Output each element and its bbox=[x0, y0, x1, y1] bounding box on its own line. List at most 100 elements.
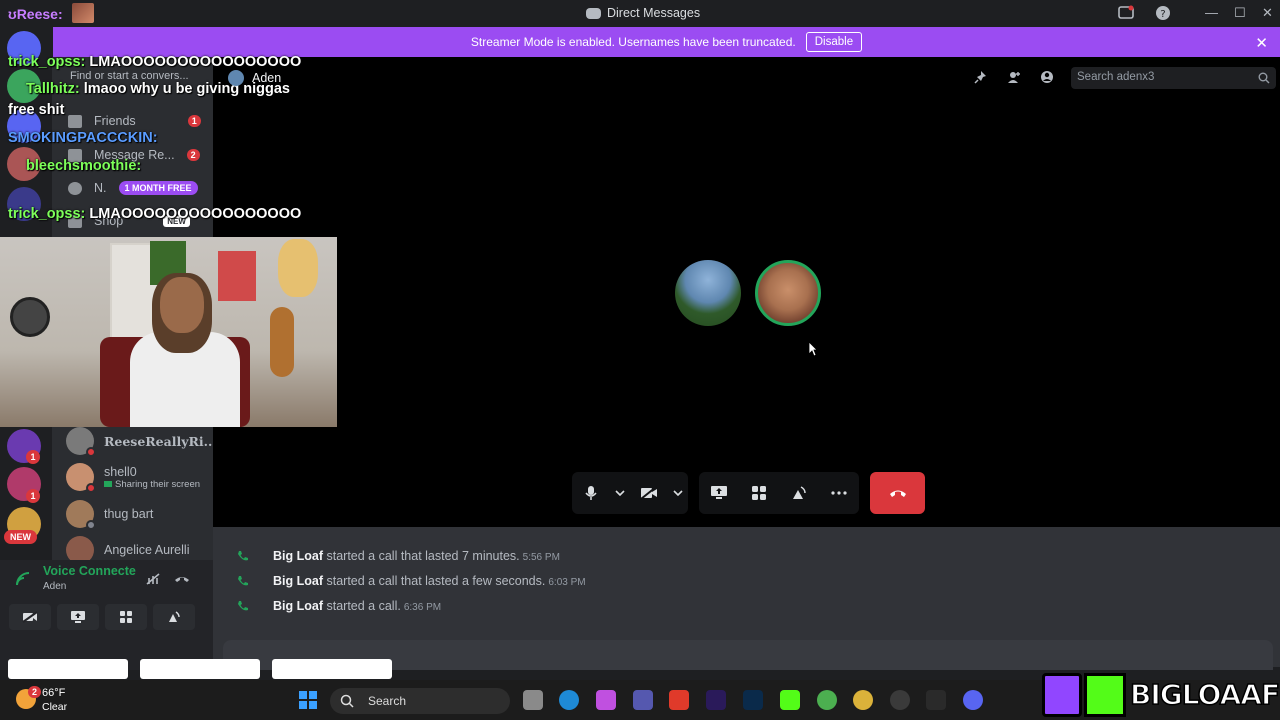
overlay-username: ʊReese: bbox=[8, 6, 63, 22]
add-friend-icon[interactable] bbox=[1007, 70, 1021, 84]
mic-options-button[interactable] bbox=[614, 479, 626, 507]
epic-games-icon[interactable] bbox=[926, 690, 946, 710]
soundboard-button[interactable] bbox=[153, 604, 195, 630]
copilot-icon[interactable] bbox=[596, 690, 616, 710]
window-thumbnail[interactable] bbox=[8, 659, 128, 679]
call-participant-avatar-speaking[interactable] bbox=[755, 260, 821, 326]
camera-options-button[interactable] bbox=[672, 479, 684, 507]
end-call-button[interactable] bbox=[870, 472, 925, 514]
user-profile-icon[interactable] bbox=[1040, 70, 1054, 84]
banner-close-icon[interactable]: ✕ bbox=[1255, 34, 1268, 52]
call-message: Big Loaf started a call. 6:36 PM bbox=[273, 599, 441, 613]
soundboard-icon bbox=[793, 486, 806, 499]
inbox-icon[interactable] bbox=[1118, 5, 1134, 21]
discord-icon bbox=[586, 7, 601, 19]
search-input[interactable]: Search adenx3 bbox=[1071, 67, 1276, 89]
window-thumbnail[interactable] bbox=[272, 659, 392, 679]
activities-button[interactable] bbox=[105, 604, 147, 630]
voice-connected-panel: Voice Connecte Aden bbox=[0, 560, 213, 670]
message-author[interactable]: Big Loaf bbox=[273, 599, 323, 613]
chat-user: Tallhitz: bbox=[26, 81, 80, 97]
dm-item[interactable]: shell0 Sharing their screen bbox=[66, 461, 200, 493]
search-icon bbox=[1258, 72, 1270, 84]
activities-button[interactable] bbox=[745, 479, 773, 507]
chat-user: trick_opss: bbox=[8, 54, 86, 70]
message-author[interactable]: Big Loaf bbox=[273, 574, 323, 588]
voice-channel: Aden bbox=[43, 581, 67, 592]
call-message: Big Loaf started a call that lasted a fe… bbox=[273, 574, 586, 588]
help-icon[interactable]: ? bbox=[1155, 5, 1171, 21]
sidebar-item-label: N. bbox=[94, 181, 107, 195]
dm-name: thug bart bbox=[104, 507, 154, 521]
camera-toggle-button[interactable] bbox=[635, 479, 663, 507]
discord-icon[interactable] bbox=[963, 690, 983, 710]
kick-icon[interactable] bbox=[780, 690, 800, 710]
mic-camera-controls bbox=[572, 472, 688, 514]
disconnect-icon[interactable] bbox=[174, 574, 190, 584]
hang-up-icon bbox=[889, 490, 906, 497]
watermark-text: BIGLOAAF bbox=[1129, 677, 1280, 712]
soundboard-button[interactable] bbox=[785, 479, 813, 507]
kick-icon bbox=[1084, 672, 1126, 717]
streamer-watermark: BIGLOAAF bbox=[1042, 669, 1280, 720]
window-thumbnail[interactable] bbox=[140, 659, 260, 679]
dm-item[interactable]: thug bart bbox=[66, 498, 153, 530]
chat-user: SMOKINGPACCCKIN: bbox=[8, 130, 158, 146]
noise-suppression-icon[interactable] bbox=[145, 572, 161, 586]
dm-name: ReeseReallyRi... bbox=[104, 433, 217, 449]
sidebar-item-friends[interactable]: Friends 1 bbox=[68, 114, 201, 128]
video-off-icon bbox=[22, 611, 38, 623]
obs-icon[interactable] bbox=[890, 690, 910, 710]
friends-badge: 1 bbox=[187, 115, 201, 127]
app-icon[interactable] bbox=[669, 690, 689, 710]
overlay-avatar bbox=[72, 3, 94, 23]
file-explorer-icon[interactable] bbox=[523, 690, 543, 710]
dm-item[interactable]: ReeseReallyRi... bbox=[66, 425, 217, 457]
signal-icon bbox=[16, 572, 30, 586]
message-time: 6:36 PM bbox=[403, 602, 442, 613]
photoshop-icon[interactable] bbox=[743, 690, 763, 710]
streamer-mode-banner: Streamer Mode is enabled. Usernames have… bbox=[53, 27, 1280, 57]
screen-share-button[interactable] bbox=[57, 604, 99, 630]
avatar bbox=[228, 70, 244, 86]
dm-name: shell0 bbox=[104, 464, 137, 479]
share-screen-button[interactable] bbox=[705, 479, 733, 507]
edge-icon[interactable] bbox=[559, 690, 579, 710]
close-window-button[interactable]: ✕ bbox=[1262, 5, 1273, 21]
status-offline-icon bbox=[86, 520, 96, 530]
screen-share-icon bbox=[711, 486, 727, 499]
soundboard-icon bbox=[169, 611, 180, 622]
friends-icon bbox=[68, 114, 82, 128]
video-toggle-button[interactable] bbox=[9, 604, 51, 630]
message-text: started a call that lasted a few seconds… bbox=[326, 574, 546, 588]
more-options-button[interactable] bbox=[825, 479, 853, 507]
call-participant-avatar[interactable] bbox=[675, 260, 741, 326]
avatar bbox=[66, 463, 96, 493]
disable-streamer-mode-button[interactable]: Disable bbox=[805, 32, 863, 52]
status-dnd-icon bbox=[86, 483, 96, 493]
chat-text: free shit bbox=[8, 102, 65, 118]
chrome-icon[interactable] bbox=[817, 690, 837, 710]
chrome-icon[interactable] bbox=[853, 690, 873, 710]
pin-icon[interactable] bbox=[974, 70, 988, 84]
sidebar-item-nitro[interactable]: N. 1 MONTH FREE bbox=[68, 181, 198, 195]
title-bar: ʊReese: Direct Messages ? — ☐ ✕ bbox=[0, 0, 1280, 27]
chat-line: trick_opss: LMAOOOOOOOOOOOOOOOO bbox=[8, 206, 301, 222]
search-placeholder: Search adenx3 bbox=[1077, 71, 1155, 83]
windows-start-icon[interactable] bbox=[298, 690, 318, 710]
status-dnd-icon bbox=[86, 447, 96, 457]
screen-share-icon bbox=[71, 611, 85, 623]
unread-badge: 1 bbox=[26, 489, 40, 503]
premiere-icon[interactable] bbox=[706, 690, 726, 710]
message-author[interactable]: Big Loaf bbox=[273, 549, 323, 563]
taskbar-search[interactable]: Search bbox=[330, 688, 510, 714]
activities-icon bbox=[752, 486, 766, 500]
voice-status: Voice Connecte bbox=[43, 564, 136, 578]
teams-icon[interactable] bbox=[633, 690, 653, 710]
maximize-button[interactable]: ☐ bbox=[1234, 5, 1246, 21]
chat-text: LMAOOOOOOOOOOOOOOOO bbox=[89, 54, 302, 70]
minimize-button[interactable]: — bbox=[1205, 5, 1218, 20]
chat-line: trick_opss: LMAOOOOOOOOOOOOOOOO bbox=[8, 54, 301, 70]
mute-button[interactable] bbox=[577, 479, 605, 507]
message-text: started a call that lasted 7 minutes. bbox=[326, 549, 520, 563]
